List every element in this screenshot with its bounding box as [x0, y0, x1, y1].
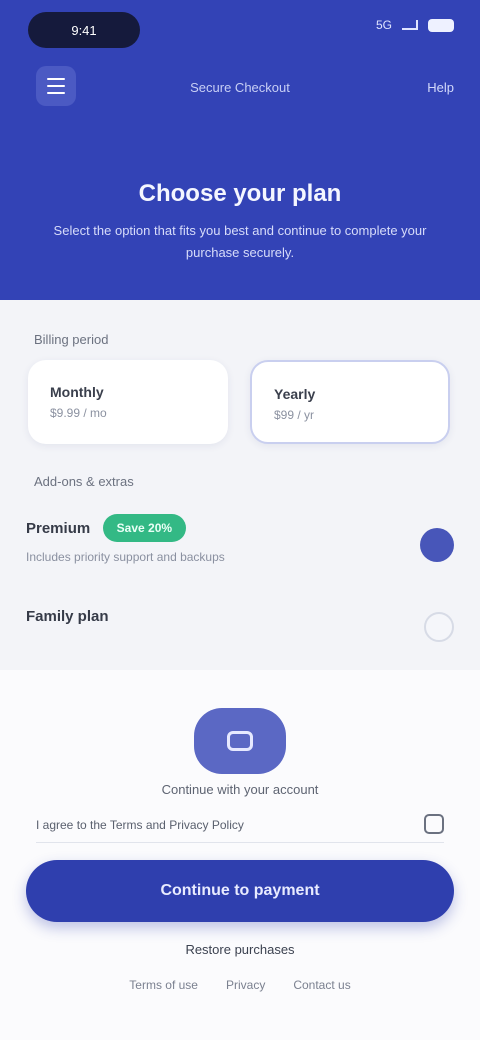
consent-row[interactable]: I agree to the Terms and Privacy Policy [36, 814, 444, 843]
billing-option-title: Yearly [274, 386, 316, 402]
footer-link-privacy[interactable]: Privacy [226, 978, 265, 992]
signal-icon [402, 20, 418, 30]
page-title: Choose your plan [138, 180, 342, 207]
battery-icon [428, 18, 454, 32]
billing-section-label: Billing period [34, 332, 109, 347]
billing-option-title: Monthly [50, 384, 104, 400]
restore-purchases-link[interactable]: Restore purchases [80, 942, 400, 957]
consent-checkbox[interactable] [424, 814, 444, 834]
billing-option-monthly[interactable]: Monthly $9.99 / mo [28, 360, 228, 444]
footer-link-contact[interactable]: Contact us [293, 978, 350, 992]
billing-option-price: $99 / yr [274, 408, 315, 422]
menu-button[interactable] [36, 66, 76, 106]
consent-text: I agree to the Terms and Privacy Policy [36, 818, 244, 832]
menu-icon [47, 78, 65, 80]
account-avatar[interactable] [194, 708, 286, 774]
addon-title: Premium [26, 519, 91, 537]
account-caption: Continue with your account [161, 782, 319, 797]
checkout-panel: Continue with your account I agree to th… [0, 670, 480, 1040]
nav-bar: Secure Checkout Help [0, 58, 480, 118]
addon-row-premium[interactable]: Premium Save 20% Includes priority suppo… [26, 514, 454, 580]
footer-link-terms[interactable]: Terms of use [129, 978, 198, 992]
status-time: 9:41 [28, 12, 140, 48]
billing-option-price: $9.99 / mo [50, 406, 107, 420]
status-indicators: 5G [376, 18, 454, 32]
account-icon [227, 731, 253, 751]
billing-option-yearly[interactable]: Yearly $99 / yr [250, 360, 450, 444]
network-label: 5G [375, 18, 392, 32]
addon-description: Includes priority support and backups [26, 550, 225, 564]
premium-toggle[interactable] [420, 528, 454, 562]
addon-row-family[interactable]: Family plan [26, 608, 454, 648]
addon-title: Family plan [26, 608, 109, 626]
continue-button[interactable]: Continue to payment [26, 860, 454, 922]
family-toggle[interactable] [424, 612, 454, 642]
nav-title: Secure Checkout [190, 80, 290, 95]
page-subtitle: Select the option that fits you best and… [53, 223, 427, 260]
help-link[interactable]: Help [427, 80, 454, 95]
header-banner: 9:41 5G Secure Checkout Help Choose your… [0, 0, 480, 300]
savings-badge: Save 20% [102, 514, 187, 542]
footer-links: Terms of use Privacy Contact us [60, 978, 420, 992]
addons-section-label: Add-ons & extras [34, 474, 134, 489]
